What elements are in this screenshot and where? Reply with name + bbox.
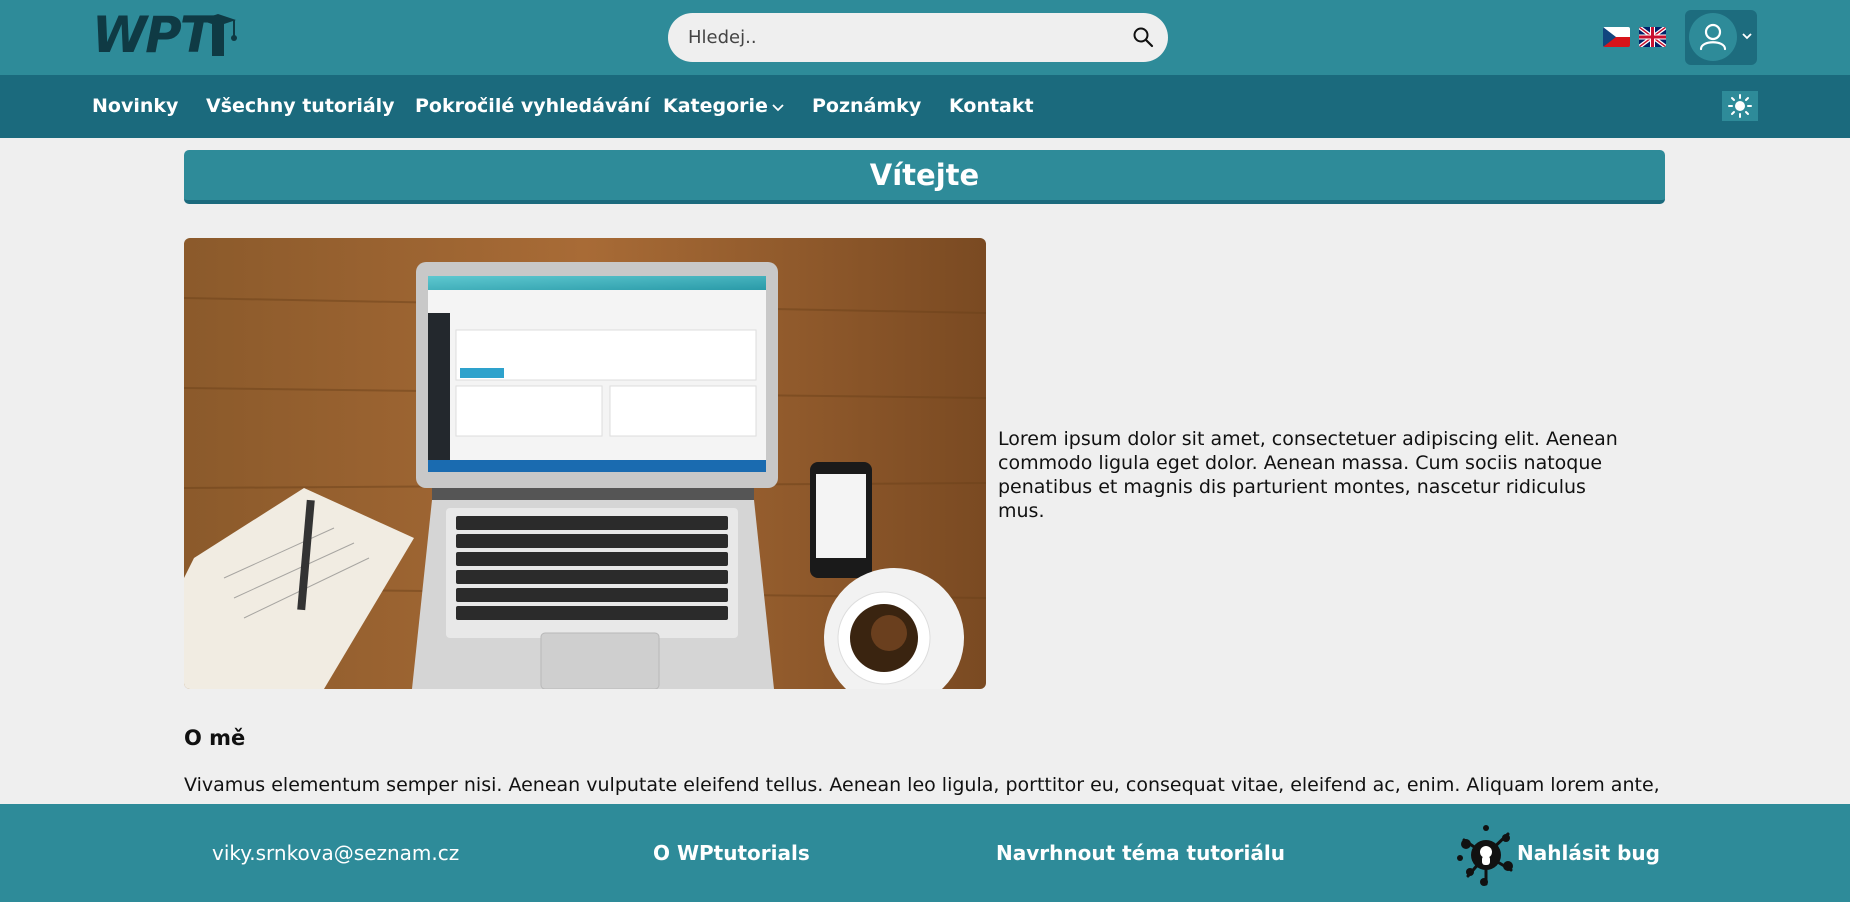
- nav-item-notes[interactable]: Poznámky: [812, 75, 921, 138]
- footer: viky.srnkova@seznam.cz O WPtutorials Nav…: [0, 804, 1850, 902]
- user-avatar-icon: [1689, 13, 1737, 61]
- footer-about-link[interactable]: O WPtutorials: [653, 804, 810, 902]
- bug-splat-icon: [1456, 822, 1516, 888]
- intro-paragraph: Lorem ipsum dolor sit amet, consectetuer…: [998, 428, 1618, 522]
- theme-toggle-button[interactable]: [1722, 91, 1758, 121]
- chevron-down-icon: [772, 103, 784, 111]
- nav-label: Pokročilé vyhledávání: [415, 95, 651, 117]
- nav-label: Kategorie: [663, 95, 768, 117]
- hero-image: [184, 238, 986, 689]
- footer-suggest-topic-link[interactable]: Navrhnout téma tutoriálu: [996, 804, 1285, 902]
- chevron-down-icon: [1742, 33, 1752, 40]
- nav-item-contact[interactable]: Kontakt: [949, 75, 1034, 138]
- main-navigation: Novinky Všechny tutoriály Pokročilé vyhl…: [0, 75, 1850, 138]
- account-menu-button[interactable]: [1685, 10, 1757, 65]
- search-input[interactable]: [688, 13, 1108, 62]
- uk-flag-icon[interactable]: [1639, 27, 1666, 47]
- logo-text: WPT: [92, 6, 214, 64]
- search-bar: [668, 13, 1168, 62]
- nav-label: Kontakt: [949, 95, 1034, 117]
- welcome-banner: Vítejte: [184, 150, 1665, 204]
- search-icon[interactable]: [1132, 26, 1154, 48]
- footer-email-link[interactable]: viky.srnkova@seznam.cz: [212, 804, 459, 902]
- site-logo[interactable]: WPT: [92, 10, 242, 60]
- about-paragraph: Vivamus elementum semper nisi. Aenean vu…: [184, 774, 1660, 796]
- page-title: Vítejte: [869, 158, 980, 192]
- nav-item-novinky[interactable]: Novinky: [92, 75, 178, 138]
- graduation-cap-icon: [200, 14, 237, 56]
- top-bar: WPT: [0, 0, 1850, 75]
- footer-report-bug-link[interactable]: Nahlásit bug: [1517, 804, 1660, 902]
- nav-item-categories[interactable]: Kategorie: [663, 75, 784, 138]
- about-heading: O mě: [184, 726, 246, 750]
- sun-icon: [1728, 94, 1752, 118]
- czech-flag-icon[interactable]: [1603, 27, 1630, 47]
- nav-item-advanced-search[interactable]: Pokročilé vyhledávání: [415, 75, 650, 138]
- nav-label: Poznámky: [812, 95, 922, 117]
- nav-item-all-tutorials[interactable]: Všechny tutoriály: [206, 75, 395, 138]
- nav-label: Všechny tutoriály: [206, 95, 395, 117]
- nav-label: Novinky: [92, 95, 179, 117]
